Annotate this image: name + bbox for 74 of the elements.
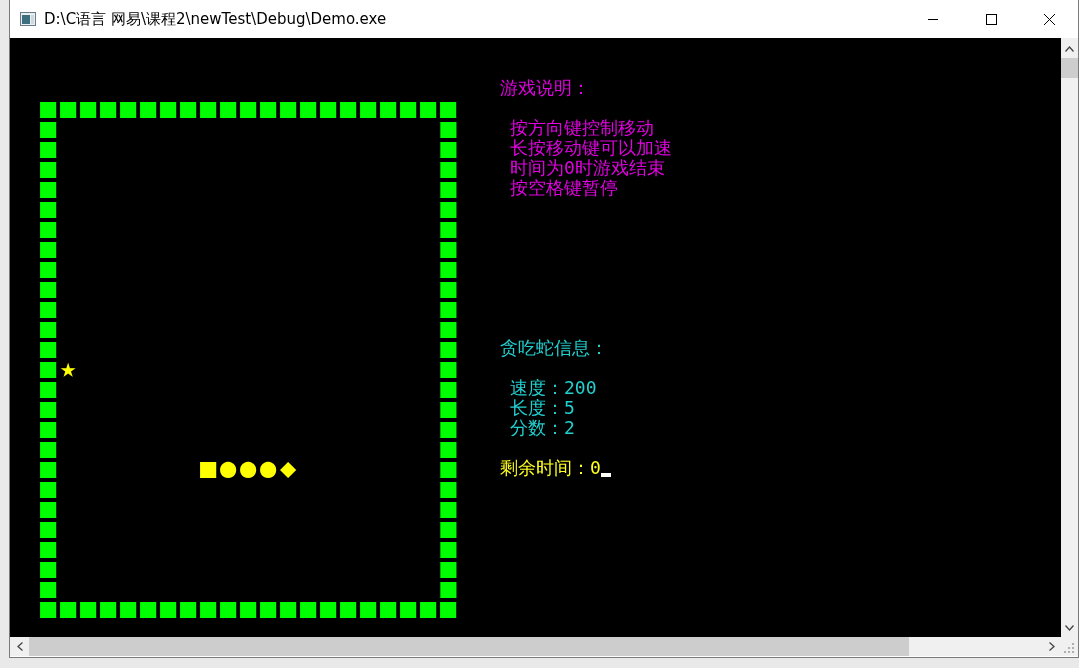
wall-blocks: ■ (40, 278, 60, 298)
scrollbar-thumb[interactable] (1061, 58, 1078, 78)
wall-blocks: ■ (40, 558, 60, 578)
wall-blocks: ■ (440, 518, 461, 538)
wall-blocks: ■ (40, 578, 60, 598)
wall-blocks: ■ (440, 138, 461, 158)
instructions-heading: 游戏说明： (500, 78, 590, 98)
wall-blocks: ■ (40, 478, 60, 498)
wall-blocks: ■ (40, 298, 60, 318)
scroll-down-icon[interactable] (1065, 625, 1074, 631)
wall-blocks: ■■■■■■■■■■■■■■■■■■■■■ (40, 98, 461, 118)
scroll-left-icon[interactable] (17, 642, 23, 651)
snake-stat: 长度：5 (510, 398, 575, 418)
wall-blocks: ■ (440, 498, 461, 518)
wall-blocks: ■ (40, 418, 60, 438)
instruction-line: 按空格键暂停 (510, 178, 618, 198)
wall-blocks: ■ (40, 338, 60, 358)
wall-blocks: ■ (440, 578, 461, 598)
wall-blocks: ■ (40, 518, 60, 538)
console-app-icon (20, 12, 36, 26)
wall-blocks: ■ (440, 158, 461, 178)
resize-grip-icon[interactable] (1064, 643, 1074, 653)
instruction-line: 按方向键控制移动 (510, 118, 654, 138)
wall-blocks: ■ (40, 218, 60, 238)
wall-blocks: ■ (40, 438, 60, 458)
snake-stat: 速度：200 (510, 378, 597, 398)
wall-blocks: ■ (440, 378, 461, 398)
scrollbar-thumb[interactable] (29, 637, 909, 656)
wall-blocks: ■ (40, 498, 60, 518)
wall-blocks: ■ (440, 218, 461, 238)
wall-blocks: ■ (440, 258, 461, 278)
time-left: 剩余时间：0 (500, 458, 601, 478)
snake: ■●●●◆ (200, 458, 301, 478)
wall-blocks: ■ (440, 198, 461, 218)
wall-blocks: ■ (40, 198, 60, 218)
wall-blocks: ■ (40, 458, 60, 478)
wall-blocks: ■ (440, 338, 461, 358)
wall-blocks: ■ (440, 398, 461, 418)
wall-blocks: ■ (40, 118, 60, 138)
snake-info-heading: 贪吃蛇信息： (500, 338, 608, 358)
wall-blocks: ■ (40, 318, 60, 338)
snake-stat: 分数：2 (510, 418, 575, 438)
wall-blocks: ■ (440, 318, 461, 338)
close-icon[interactable] (1043, 13, 1055, 25)
wall-blocks: ■ (40, 258, 60, 278)
wall-blocks: ■ (40, 398, 60, 418)
wall-blocks: ■ (440, 538, 461, 558)
scroll-right-icon[interactable] (1049, 642, 1055, 651)
instruction-line: 长按移动键可以加速 (510, 138, 672, 158)
wall-blocks: ■ (440, 438, 461, 458)
scroll-up-icon[interactable] (1065, 46, 1074, 52)
window-title: D:\C语言 网易\课程2\newTest\Debug\Demo.exe (44, 9, 387, 29)
wall-blocks: ■ (40, 378, 60, 398)
wall-blocks: ■ (440, 118, 461, 138)
wall-blocks: ■ (440, 178, 461, 198)
wall-blocks: ■ (440, 238, 461, 258)
star-food: ★ (60, 358, 81, 378)
wall-blocks: ■ (40, 358, 60, 378)
wall-blocks: ■ (40, 178, 60, 198)
wall-blocks: ■ (440, 558, 461, 578)
wall-blocks: ■ (440, 478, 461, 498)
wall-blocks: ■ (40, 158, 60, 178)
wall-blocks: ■ (440, 298, 461, 318)
wall-blocks: ■ (40, 238, 60, 258)
wall-blocks: ■ (440, 418, 461, 438)
wall-blocks: ■ (40, 538, 60, 558)
wall-blocks: ■ (440, 278, 461, 298)
wall-blocks: ■■■■■■■■■■■■■■■■■■■■■ (40, 598, 461, 618)
maximize-icon[interactable] (985, 13, 997, 25)
wall-blocks: ■ (440, 458, 461, 478)
wall-blocks: ■ (40, 138, 60, 158)
wall-blocks: ■ (440, 358, 461, 378)
vertical-scrollbar[interactable] (1061, 38, 1078, 637)
instruction-line: 时间为0时游戏结束 (510, 158, 665, 178)
